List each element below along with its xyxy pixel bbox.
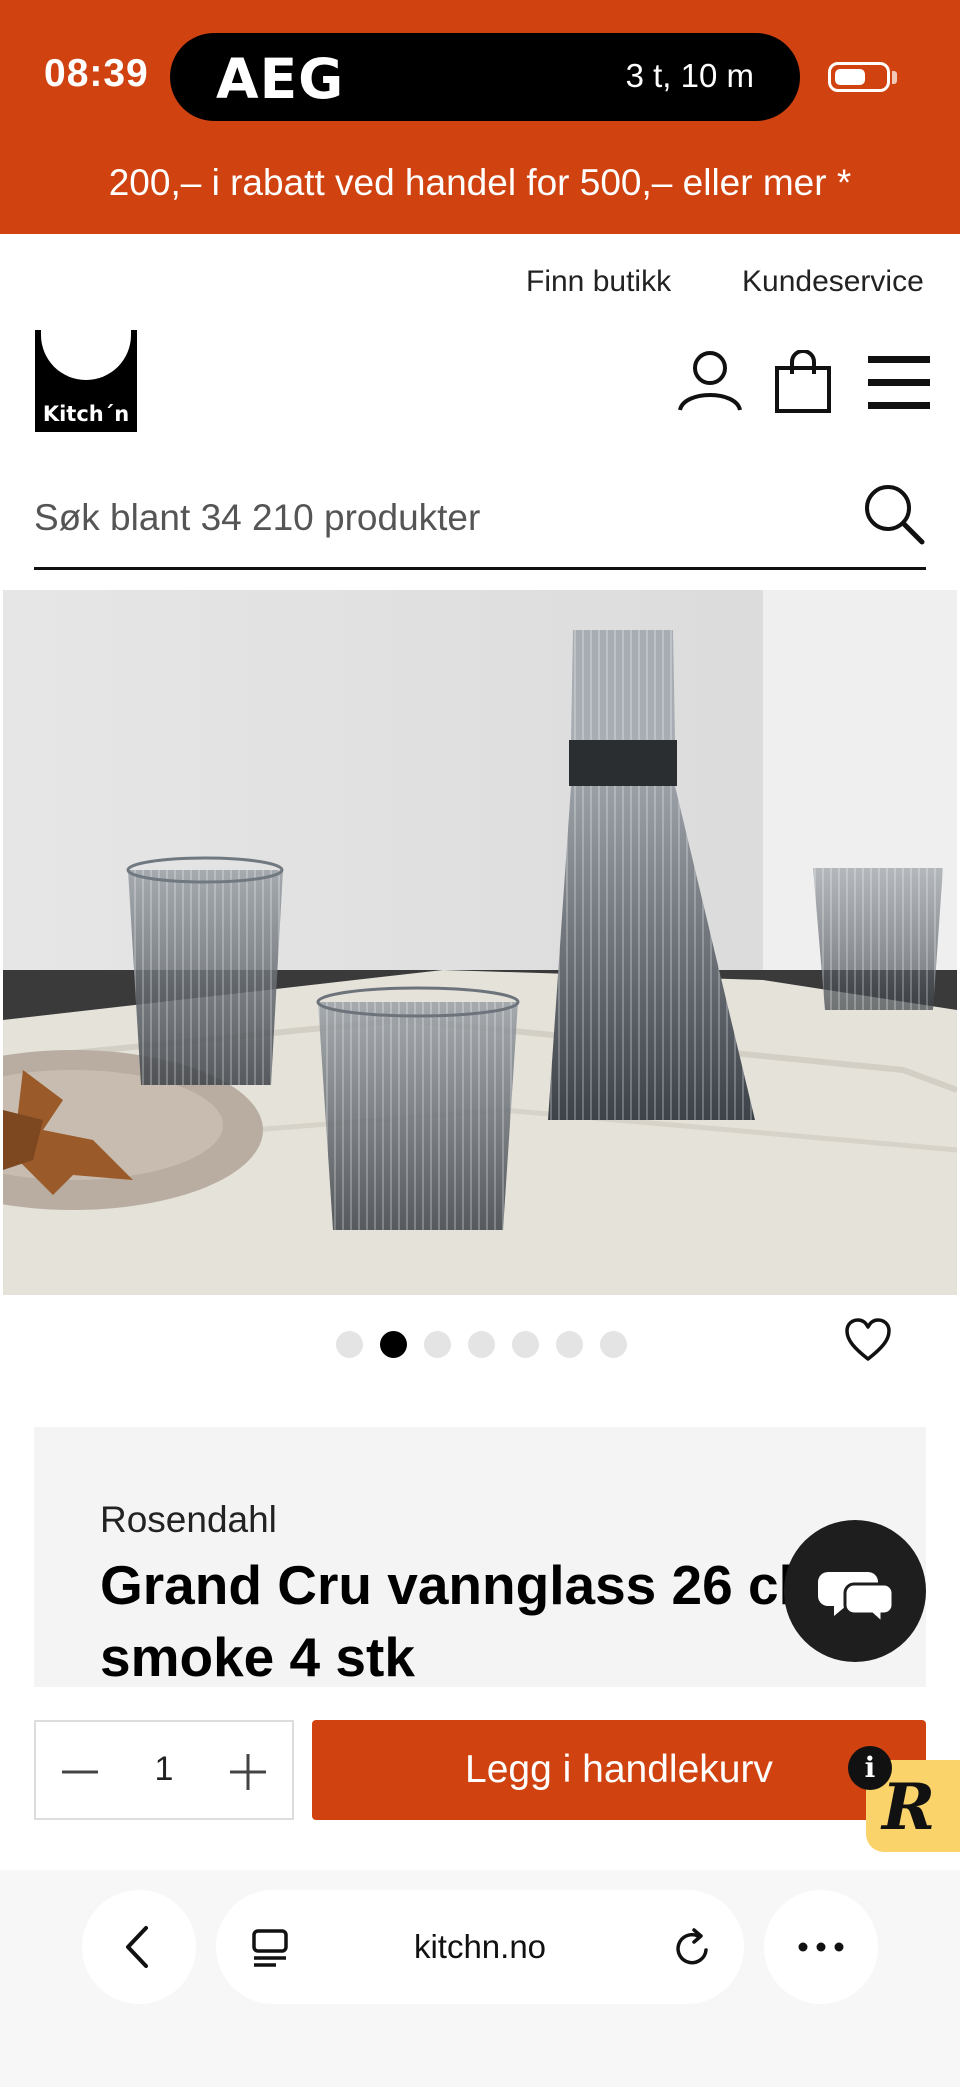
chat-button[interactable] — [784, 1520, 926, 1662]
carousel-dot-active[interactable] — [380, 1331, 407, 1358]
battery-fill — [835, 69, 865, 85]
live-activity-remaining: 3 t, 10 m — [625, 57, 754, 94]
logo-bowl-shape — [41, 330, 131, 380]
promo-banner[interactable]: 200,– i rabatt ved handel for 500,– elle… — [0, 162, 960, 204]
favorite-heart-icon[interactable] — [844, 1318, 892, 1367]
shopping-bag-icon[interactable] — [774, 349, 832, 419]
customer-service-link[interactable]: Kundeservice — [742, 265, 924, 299]
info-icon[interactable]: i — [848, 1746, 892, 1790]
search-icon[interactable] — [862, 482, 926, 551]
browser-toolbar: kitchn.no — [0, 1870, 960, 2087]
reload-icon[interactable] — [670, 1926, 714, 1975]
battery-nub — [892, 71, 897, 84]
reviews-letter: R — [882, 1770, 936, 1845]
kitchn-logo[interactable]: Kitch´n — [35, 330, 137, 432]
dynamic-island-live-activity[interactable]: AEG 3 t, 10 m — [170, 33, 800, 121]
product-image[interactable] — [3, 590, 957, 1295]
carousel-dot[interactable] — [336, 1331, 363, 1358]
chat-icon — [818, 1572, 895, 1627]
find-store-link[interactable]: Finn butikk — [526, 265, 671, 299]
carousel-dot[interactable] — [468, 1331, 495, 1358]
url-text: kitchn.no — [413, 1928, 547, 1965]
quantity-increase-button[interactable] — [224, 1748, 272, 1796]
address-bar[interactable]: kitchn.no — [216, 1890, 744, 2004]
browser-back-button[interactable] — [82, 1890, 196, 2004]
hamburger-menu-icon[interactable] — [868, 356, 930, 415]
carousel-dot[interactable] — [600, 1331, 627, 1358]
battery-icon — [828, 62, 890, 92]
plus-icon — [230, 1754, 266, 1790]
status-time: 08:39 — [44, 52, 149, 95]
logo-text: Kitch´n — [42, 402, 130, 426]
search-bar — [34, 474, 926, 570]
user-account-icon[interactable] — [676, 350, 744, 417]
more-dots-icon — [798, 1942, 844, 1952]
product-brand[interactable]: Rosendahl — [100, 1499, 277, 1541]
browser-more-button[interactable] — [764, 1890, 878, 2004]
carousel-dots — [336, 1331, 627, 1358]
live-activity-brand: AEG — [216, 47, 345, 111]
product-title: Grand Cru vannglass 26 cl smoke 4 stk — [100, 1554, 794, 1688]
add-to-cart-button[interactable]: Legg i handlekurv — [312, 1720, 926, 1820]
quantity-stepper: 1 — [34, 1720, 294, 1820]
chevron-left-icon — [126, 1926, 148, 1968]
carousel-dot[interactable] — [556, 1331, 583, 1358]
search-input[interactable] — [34, 488, 834, 548]
carousel-dot[interactable] — [512, 1331, 539, 1358]
carousel-dot[interactable] — [424, 1331, 451, 1358]
